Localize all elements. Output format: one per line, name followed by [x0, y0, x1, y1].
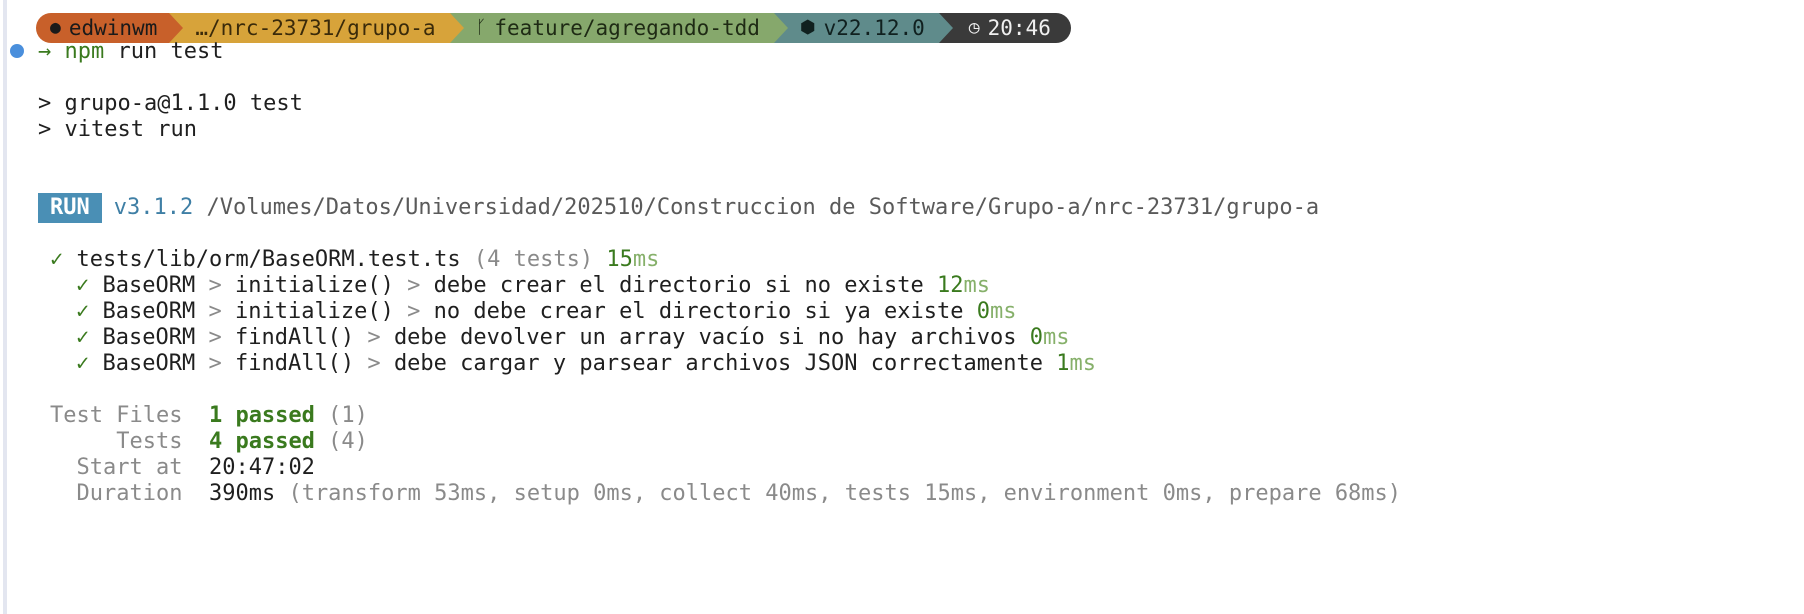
test-row: ✓ BaseORM > findAll() > debe cargar y pa… [76, 349, 1096, 379]
prompt-node-segment: ⬢ v22.12.0 [773, 13, 953, 43]
command-line: → npm run test [38, 37, 223, 67]
test-name: debe cargar y parsear archivos JSON corr… [393, 351, 1057, 376]
prompt-path: …/nrc-23731/grupo-a [195, 16, 436, 40]
test-file-path: tests/lib/orm/BaseORM.test.ts [76, 247, 461, 272]
test-separator: > [354, 351, 394, 376]
test-suite: BaseORM [102, 351, 196, 376]
summary-label: Test Files [50, 403, 183, 428]
prompt-time-segment: ◷ 20:46 [938, 13, 1071, 43]
git-branch-icon: ᚴ [475, 17, 487, 38]
test-method: findAll() [234, 325, 355, 350]
test-name: no debe crear el directorio si ya existe [433, 299, 977, 324]
summary-label: Duration [76, 481, 183, 506]
summary-duration: Duration 390ms (transform 53ms, setup 0m… [50, 479, 1402, 509]
test-separator: > [195, 299, 235, 324]
test-separator: > [354, 325, 394, 350]
test-suite: BaseORM [102, 325, 196, 350]
test-method: initialize() [234, 273, 394, 298]
test-time-num: 0 [1029, 325, 1043, 350]
summary-label [50, 429, 116, 454]
run-path: /Volumes/Datos/Universidad/202510/Constr… [206, 195, 1320, 220]
test-time-unit: ms [963, 273, 991, 298]
test-separator: > [393, 299, 434, 324]
test-time-num: 12 [937, 273, 964, 298]
summary-duration-detail: (transform 53ms, setup 0ms, collect 40ms… [275, 481, 1402, 506]
test-time-num: 1 [1056, 351, 1070, 376]
summary-duration-value: 390ms [208, 481, 276, 506]
run-badge: RUN [38, 193, 102, 223]
test-method: initialize() [234, 299, 394, 324]
test-time-unit: ms [989, 299, 1017, 324]
command-status-dot[interactable] [10, 44, 24, 58]
check-icon: ✓ [76, 299, 90, 324]
test-name: debe crear el directorio si no existe [433, 273, 937, 298]
test-suite: BaseORM [102, 273, 196, 298]
prompt-time: 20:46 [987, 16, 1051, 40]
check-icon: ✓ [76, 325, 90, 350]
clock-icon: ◷ [968, 17, 980, 38]
file-time-num: 15 [606, 247, 633, 272]
test-separator: > [195, 351, 235, 376]
test-separator: > [195, 273, 235, 298]
test-method: findAll() [234, 351, 355, 376]
summary-label: Tests [116, 429, 183, 454]
test-time-num: 0 [976, 299, 990, 324]
check-icon: ✓ [76, 273, 90, 298]
command-args: run test [104, 39, 224, 64]
test-count: (4 tests) [473, 247, 594, 272]
terminal-gutter [3, 0, 7, 614]
test-separator: > [195, 325, 235, 350]
test-time-unit: ms [1042, 325, 1070, 350]
test-suite: BaseORM [102, 299, 196, 324]
prompt-branch: feature/agregando-tdd [494, 16, 760, 40]
prompt-git-segment: ᚴ feature/agregando-tdd [449, 13, 788, 43]
summary-label: Start at [76, 455, 183, 480]
test-time-unit: ms [1069, 351, 1096, 376]
file-time-unit: ms [632, 247, 660, 272]
command-program: npm [64, 39, 105, 64]
test-separator: > [393, 273, 434, 298]
summary-total: (1) [314, 403, 368, 428]
vitest-version: v3.1.2 [113, 195, 194, 220]
test-name: debe devolver un array vacío si no hay a… [393, 325, 1030, 350]
summary-passed: 1 passed [208, 403, 315, 428]
hexagon-icon: ⬢ [799, 17, 816, 38]
summary-start-value: 20:47:02 [208, 455, 315, 480]
summary-passed: 4 passed [208, 429, 315, 454]
run-header: RUN v3.1.2 /Volumes/Datos/Universidad/202… [38, 193, 1319, 223]
check-icon: ✓ [50, 247, 64, 272]
check-icon: ✓ [76, 351, 90, 376]
summary-total: (4) [314, 429, 368, 454]
prompt-node-version: v22.12.0 [823, 16, 925, 40]
prompt-arrow: → [38, 39, 52, 64]
script-line: > vitest run [38, 117, 197, 142]
